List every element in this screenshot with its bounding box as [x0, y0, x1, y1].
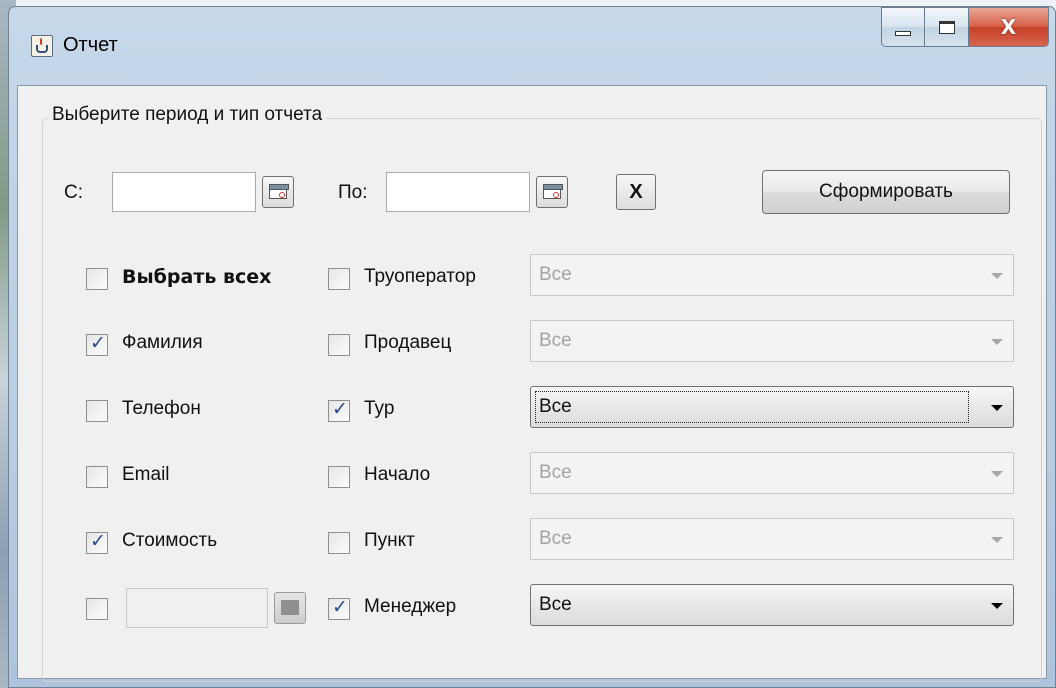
group-legend: Выберите период и тип отчета [48, 104, 327, 126]
tour-operator-label: Труоператор [364, 266, 476, 287]
calendar-icon [281, 600, 299, 615]
select-all-checkbox[interactable] [86, 268, 108, 290]
chevron-down-icon [991, 471, 1003, 477]
start-checkbox[interactable] [328, 466, 350, 488]
point-label: Пункт [364, 530, 415, 551]
to-date-label: По: [338, 182, 368, 203]
from-date-label: С: [64, 182, 83, 203]
custom-date-checkbox[interactable] [86, 598, 108, 620]
close-button[interactable]: X [969, 7, 1049, 47]
point-checkbox[interactable] [328, 532, 350, 554]
custom-date-field[interactable] [126, 588, 268, 628]
email-label: Email [122, 464, 170, 485]
chevron-down-icon [991, 405, 1003, 411]
phone-label: Телефон [122, 398, 201, 419]
to-date-field[interactable] [386, 172, 530, 212]
tour-select[interactable]: Все [530, 386, 1014, 428]
java-app-icon [31, 35, 53, 57]
maximize-button[interactable] [925, 7, 969, 47]
seller-checkbox[interactable] [328, 334, 350, 356]
maximize-icon [938, 20, 955, 34]
custom-date-calendar-button[interactable] [274, 592, 306, 624]
seller-label: Продавец [364, 332, 452, 353]
seller-select-value: Все [539, 330, 572, 351]
start-label: Начало [364, 464, 431, 485]
tour-label: Тур [364, 398, 395, 419]
chevron-down-icon [991, 537, 1003, 543]
title-bar[interactable]: Отчет X [9, 7, 1055, 85]
manager-select-value: Все [539, 594, 572, 615]
manager-label: Менеджер [364, 596, 457, 617]
chevron-down-icon [991, 273, 1003, 279]
tour-operator-select[interactable]: Все [530, 254, 1014, 296]
manager-select[interactable]: Все [530, 584, 1014, 626]
calendar-icon [543, 184, 563, 199]
start-select[interactable]: Все [530, 452, 1014, 494]
surname-label: Фамилия [122, 332, 203, 353]
close-icon: X [1000, 15, 1017, 39]
generate-report-button[interactable]: Сформировать [762, 170, 1010, 214]
select-all-label: Выбрать всех [122, 266, 272, 288]
manager-checkbox[interactable] [328, 596, 350, 620]
email-checkbox[interactable] [86, 466, 108, 488]
report-window: Отчет X Выберите период и тип отчета С: … [8, 6, 1056, 688]
chevron-down-icon [991, 603, 1003, 609]
to-date-calendar-button[interactable] [536, 176, 568, 208]
chevron-down-icon [991, 339, 1003, 345]
tour-select-value: Все [539, 396, 572, 417]
point-select[interactable]: Все [530, 518, 1014, 560]
tour-operator-checkbox[interactable] [328, 268, 350, 290]
window-title: Отчет [63, 34, 118, 56]
calendar-icon [269, 184, 289, 199]
seller-select[interactable]: Все [530, 320, 1014, 362]
start-select-value: Все [539, 462, 572, 483]
cost-label: Стоимость [122, 530, 218, 551]
phone-checkbox[interactable] [86, 400, 108, 422]
surname-checkbox[interactable] [86, 332, 108, 356]
minimize-icon [895, 30, 911, 36]
from-date-field[interactable] [112, 172, 256, 212]
point-select-value: Все [539, 528, 572, 549]
tour-checkbox[interactable] [328, 398, 350, 422]
minimize-button[interactable] [881, 7, 925, 47]
from-date-calendar-button[interactable] [262, 176, 294, 208]
window-client-area: Выберите период и тип отчета С: По: X Сф… [17, 85, 1047, 682]
cost-checkbox[interactable] [86, 530, 108, 554]
tour-operator-select-value: Все [539, 264, 572, 285]
clear-dates-button[interactable]: X [616, 174, 656, 210]
